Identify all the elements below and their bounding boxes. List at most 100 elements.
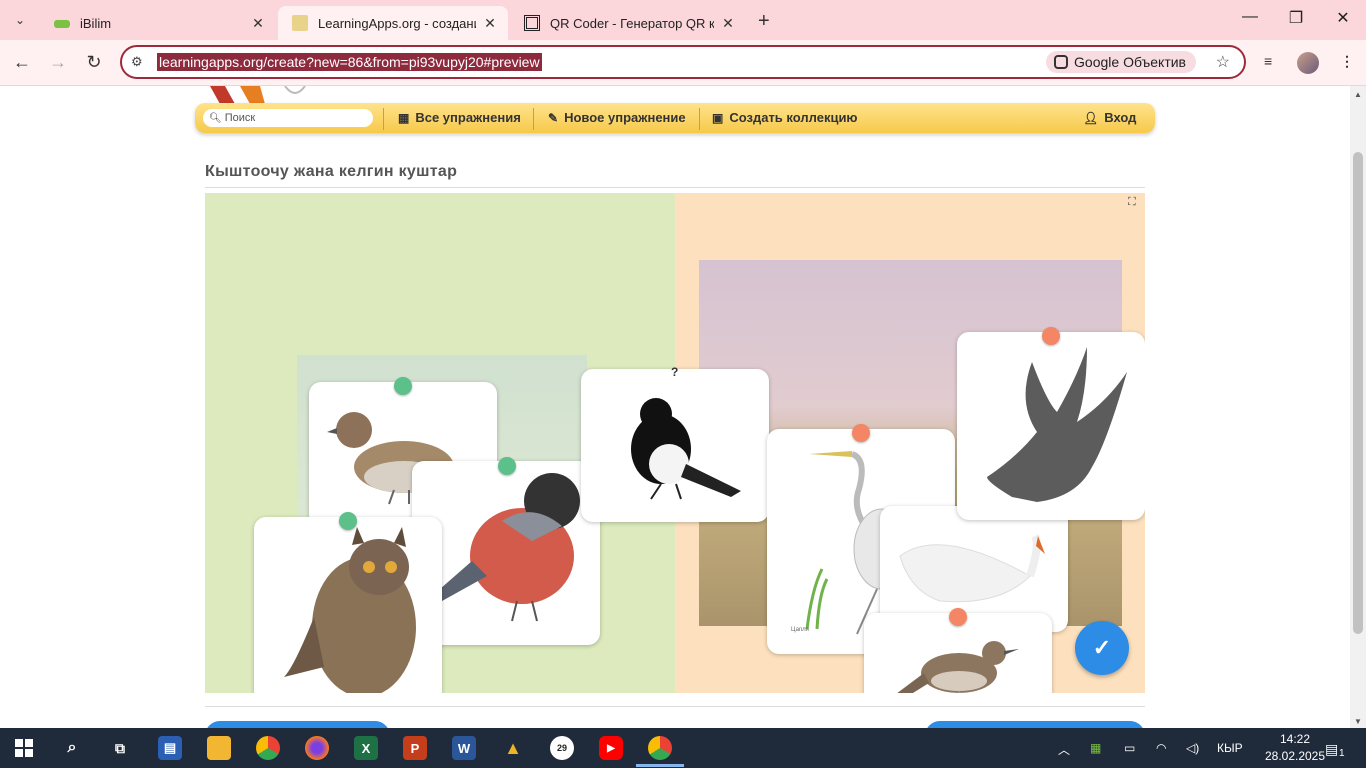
title-divider [205,187,1145,188]
profile-avatar[interactable] [1297,52,1319,74]
search-icon: 🔍︎ [209,112,222,124]
page-viewport: 🔍︎ Поиск ▦ Все упражнения ✎ Новое упражн… [0,86,1350,728]
clock-date: 28.02.2025 [1264,749,1326,763]
menu-divider [533,108,534,130]
tray-expand-icon[interactable]: ︿ [1058,741,1070,758]
create-collection-link[interactable]: ▣ Создать коллекцию [712,110,858,125]
bird-card-magpie[interactable] [581,369,769,522]
magpie-image [631,398,741,500]
all-exercises-link[interactable]: ▦ Все упражнения [398,110,521,125]
user-icon: 👤︎ [1083,110,1099,125]
forward-button[interactable]: → [47,52,69,73]
word-icon[interactable]: W [452,736,476,760]
bird-card-swallow[interactable] [957,332,1145,520]
windows-logo-icon [15,739,33,757]
clock-time: 14:22 [1279,732,1311,746]
tab-title: QR Coder - Генератор QR кодо [550,15,714,31]
system-clock[interactable]: 14:22 28.02.2025 [1260,731,1330,765]
check-answers-button[interactable]: ✓ [1075,621,1129,675]
volume-icon[interactable]: ◁) [1186,741,1199,755]
browser-menu-icon[interactable]: ⋮ [1340,53,1354,70]
menu-divider [699,108,700,130]
start-button[interactable] [12,736,36,760]
collection-icon: ▣ [712,110,724,125]
chrome-icon[interactable] [256,736,280,760]
restore-button[interactable]: ❐ [1284,8,1308,28]
bottom-right-button[interactable] [925,721,1145,728]
youtube-icon[interactable]: ▶ [599,736,623,760]
tab-bar: ⌄ iBilim ✕ LearningApps.org - создание м… [0,0,1366,40]
drive-icon[interactable]: ▲ [501,736,525,760]
pin-orange [1042,327,1060,345]
save-app-icon[interactable]: ▤ [158,736,182,760]
bottom-divider [205,706,1145,707]
powerpoint-icon[interactable]: P [403,736,427,760]
address-bar[interactable]: ⚙ learningapps.org/create?new=86&from=pi… [120,45,1246,79]
learningapps-favicon-icon [292,15,308,31]
app-badge-icon[interactable]: 29 [550,736,574,760]
login-link[interactable]: 👤︎ Вход [1083,110,1136,125]
grid-icon: ▦ [398,110,410,125]
site-settings-icon[interactable]: ⚙ [131,54,143,70]
pin-green [339,512,357,530]
battery-icon[interactable]: ▭ [1124,741,1135,755]
bird-card-owl[interactable] [254,517,442,693]
tab-title: iBilim [80,15,112,31]
new-exercise-link[interactable]: ✎ Новое упражнение [548,110,686,125]
scroll-up-icon[interactable]: ▲ [1350,90,1366,99]
firefox-icon[interactable] [305,736,329,760]
tab-search-button[interactable]: ⌄ [8,8,32,32]
owl-image [284,527,416,693]
close-window-button[interactable]: ✕ [1331,8,1355,28]
chrome-active-icon[interactable] [648,736,672,760]
excel-icon[interactable]: X [354,736,378,760]
new-tab-button[interactable]: + [758,10,770,33]
minimize-button[interactable]: — [1238,8,1262,26]
menu-divider [383,108,384,130]
search-placeholder: Поиск [224,112,256,124]
bottom-left-button[interactable] [205,721,390,728]
tab-close-icon[interactable]: ✕ [482,15,498,32]
learningapps-logo[interactable] [205,86,310,104]
tab-close-icon[interactable]: ✕ [250,15,266,32]
exercise-stage: ⛶ ? Цапля ✓ [205,193,1145,693]
file-explorer-icon[interactable] [207,736,231,760]
help-mark[interactable]: ? [671,365,678,379]
swallow-image [987,347,1127,502]
notification-count: 1 [1339,748,1345,759]
scroll-down-icon[interactable]: ▼ [1350,717,1366,726]
reload-button[interactable]: ↻ [83,52,105,73]
scrollbar-thumb[interactable] [1353,152,1363,634]
search-input[interactable]: 🔍︎ Поиск [203,109,373,127]
media-controls-icon[interactable]: ≡ [1264,53,1272,69]
fullscreen-icon[interactable]: ⛶ [1128,196,1142,208]
browser-toolbar: ← → ↻ ⚙ learningapps.org/create?new=86&f… [0,40,1366,86]
heron-caption: Цапля [791,627,809,633]
language-indicator[interactable]: КЫР [1217,741,1243,755]
windows-taskbar: ⌕ ⧉ ▤ X P W ▲ 29 ▶ ︿ ▦ ▭ ◠ ◁) КЫР 14:22 … [0,728,1366,768]
tab-qrcoder[interactable]: QR Coder - Генератор QR кодо ✕ [510,6,746,40]
tab-learningapps[interactable]: LearningApps.org - создание м ✕ [278,6,508,40]
qr-favicon-icon [524,15,540,31]
task-view-icon[interactable]: ⧉ [108,736,132,760]
tab-close-icon[interactable]: ✕ [720,15,736,32]
search-icon[interactable]: ⌕ [60,736,84,760]
pencil-icon: ✎ [548,110,559,125]
tab-ibilim[interactable]: iBilim ✕ [40,6,276,40]
pin-orange [852,424,870,442]
lens-label: Google Объектив [1074,54,1186,70]
create-collection-label: Создать коллекцию [729,110,858,125]
url-text[interactable]: learningapps.org/create?new=86&from=pi93… [157,53,542,71]
back-button[interactable]: ← [11,52,33,73]
tray-app-icon[interactable]: ▦ [1090,741,1101,755]
tab-title: LearningApps.org - создание м [318,15,476,31]
login-label: Вход [1104,110,1137,125]
google-lens-button[interactable]: Google Объектив [1046,51,1196,73]
notifications-icon[interactable]: ▤ [1325,741,1338,758]
wifi-icon[interactable]: ◠ [1156,741,1166,755]
bookmark-star-icon[interactable]: ☆ [1216,52,1230,72]
active-app-indicator [636,764,684,767]
site-menu-bar: 🔍︎ Поиск ▦ Все упражнения ✎ Новое упражн… [195,103,1155,133]
app-title: Кыштоочу жана келгин куштар [205,163,458,180]
page-scrollbar[interactable]: ▲ ▼ [1350,86,1366,728]
